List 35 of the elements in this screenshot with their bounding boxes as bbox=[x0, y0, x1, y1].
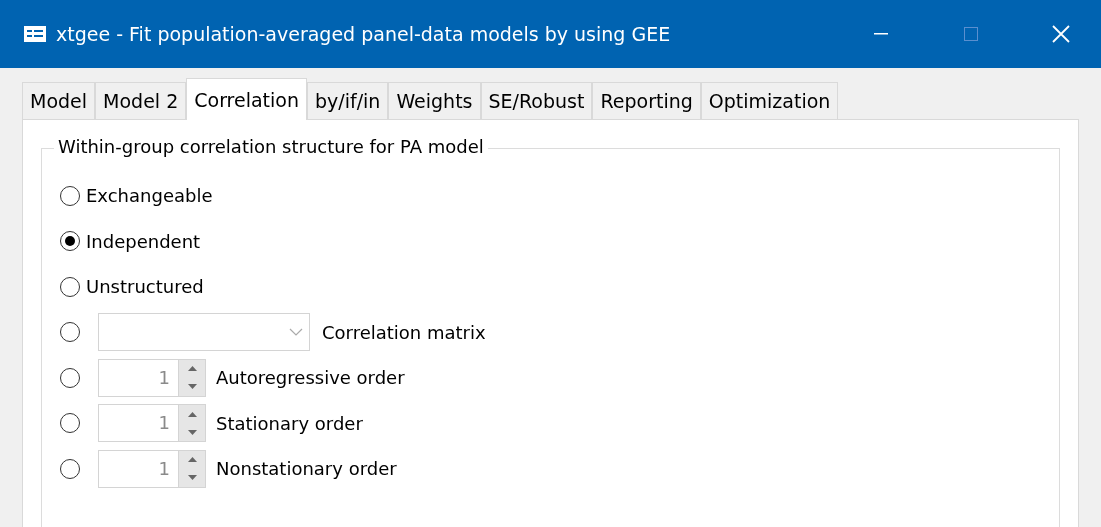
tab[interactable]: SE/Robust bbox=[480, 82, 593, 119]
up-triangle-icon bbox=[187, 366, 197, 372]
down-triangle-icon bbox=[187, 475, 197, 481]
radio-button[interactable] bbox=[60, 322, 80, 343]
close-icon bbox=[1052, 25, 1070, 43]
option-label: Independent bbox=[86, 230, 201, 252]
option-label: Unstructured bbox=[86, 276, 204, 298]
window-title: xtgee - Fit population-averaged panel-data models by using GEE bbox=[56, 23, 672, 45]
radio-button[interactable] bbox=[60, 413, 80, 434]
radio-button[interactable] bbox=[60, 367, 80, 388]
option-label: Nonstationary order bbox=[216, 458, 397, 480]
option-label: Stationary order bbox=[216, 412, 363, 434]
app-icon bbox=[24, 26, 46, 42]
tab[interactable]: Optimization bbox=[700, 82, 839, 119]
option-label: Correlation matrix bbox=[322, 321, 486, 343]
tab[interactable]: Correlation bbox=[186, 78, 307, 120]
tab[interactable]: Model 2 bbox=[95, 82, 187, 119]
up-triangle-icon bbox=[187, 411, 197, 417]
maximize-icon bbox=[964, 27, 978, 41]
option-label: Autoregressive order bbox=[216, 367, 405, 389]
tab[interactable]: Model bbox=[22, 82, 96, 119]
up-triangle-icon bbox=[187, 457, 197, 463]
tab[interactable]: Reporting bbox=[592, 82, 701, 119]
radio-button[interactable] bbox=[60, 231, 80, 252]
down-triangle-icon bbox=[187, 429, 197, 435]
minimize-icon bbox=[874, 33, 888, 35]
tab[interactable]: by/if/in bbox=[307, 82, 389, 119]
radio-button[interactable] bbox=[60, 276, 80, 297]
radio-button[interactable] bbox=[60, 185, 80, 206]
radio-button[interactable] bbox=[60, 458, 80, 479]
option-label: Exchangeable bbox=[86, 185, 213, 207]
group-title: Within-group correlation structure for PA model bbox=[54, 136, 488, 157]
down-triangle-icon bbox=[187, 384, 197, 390]
tab[interactable]: Weights bbox=[388, 82, 481, 119]
chevron-down-icon bbox=[289, 328, 303, 337]
